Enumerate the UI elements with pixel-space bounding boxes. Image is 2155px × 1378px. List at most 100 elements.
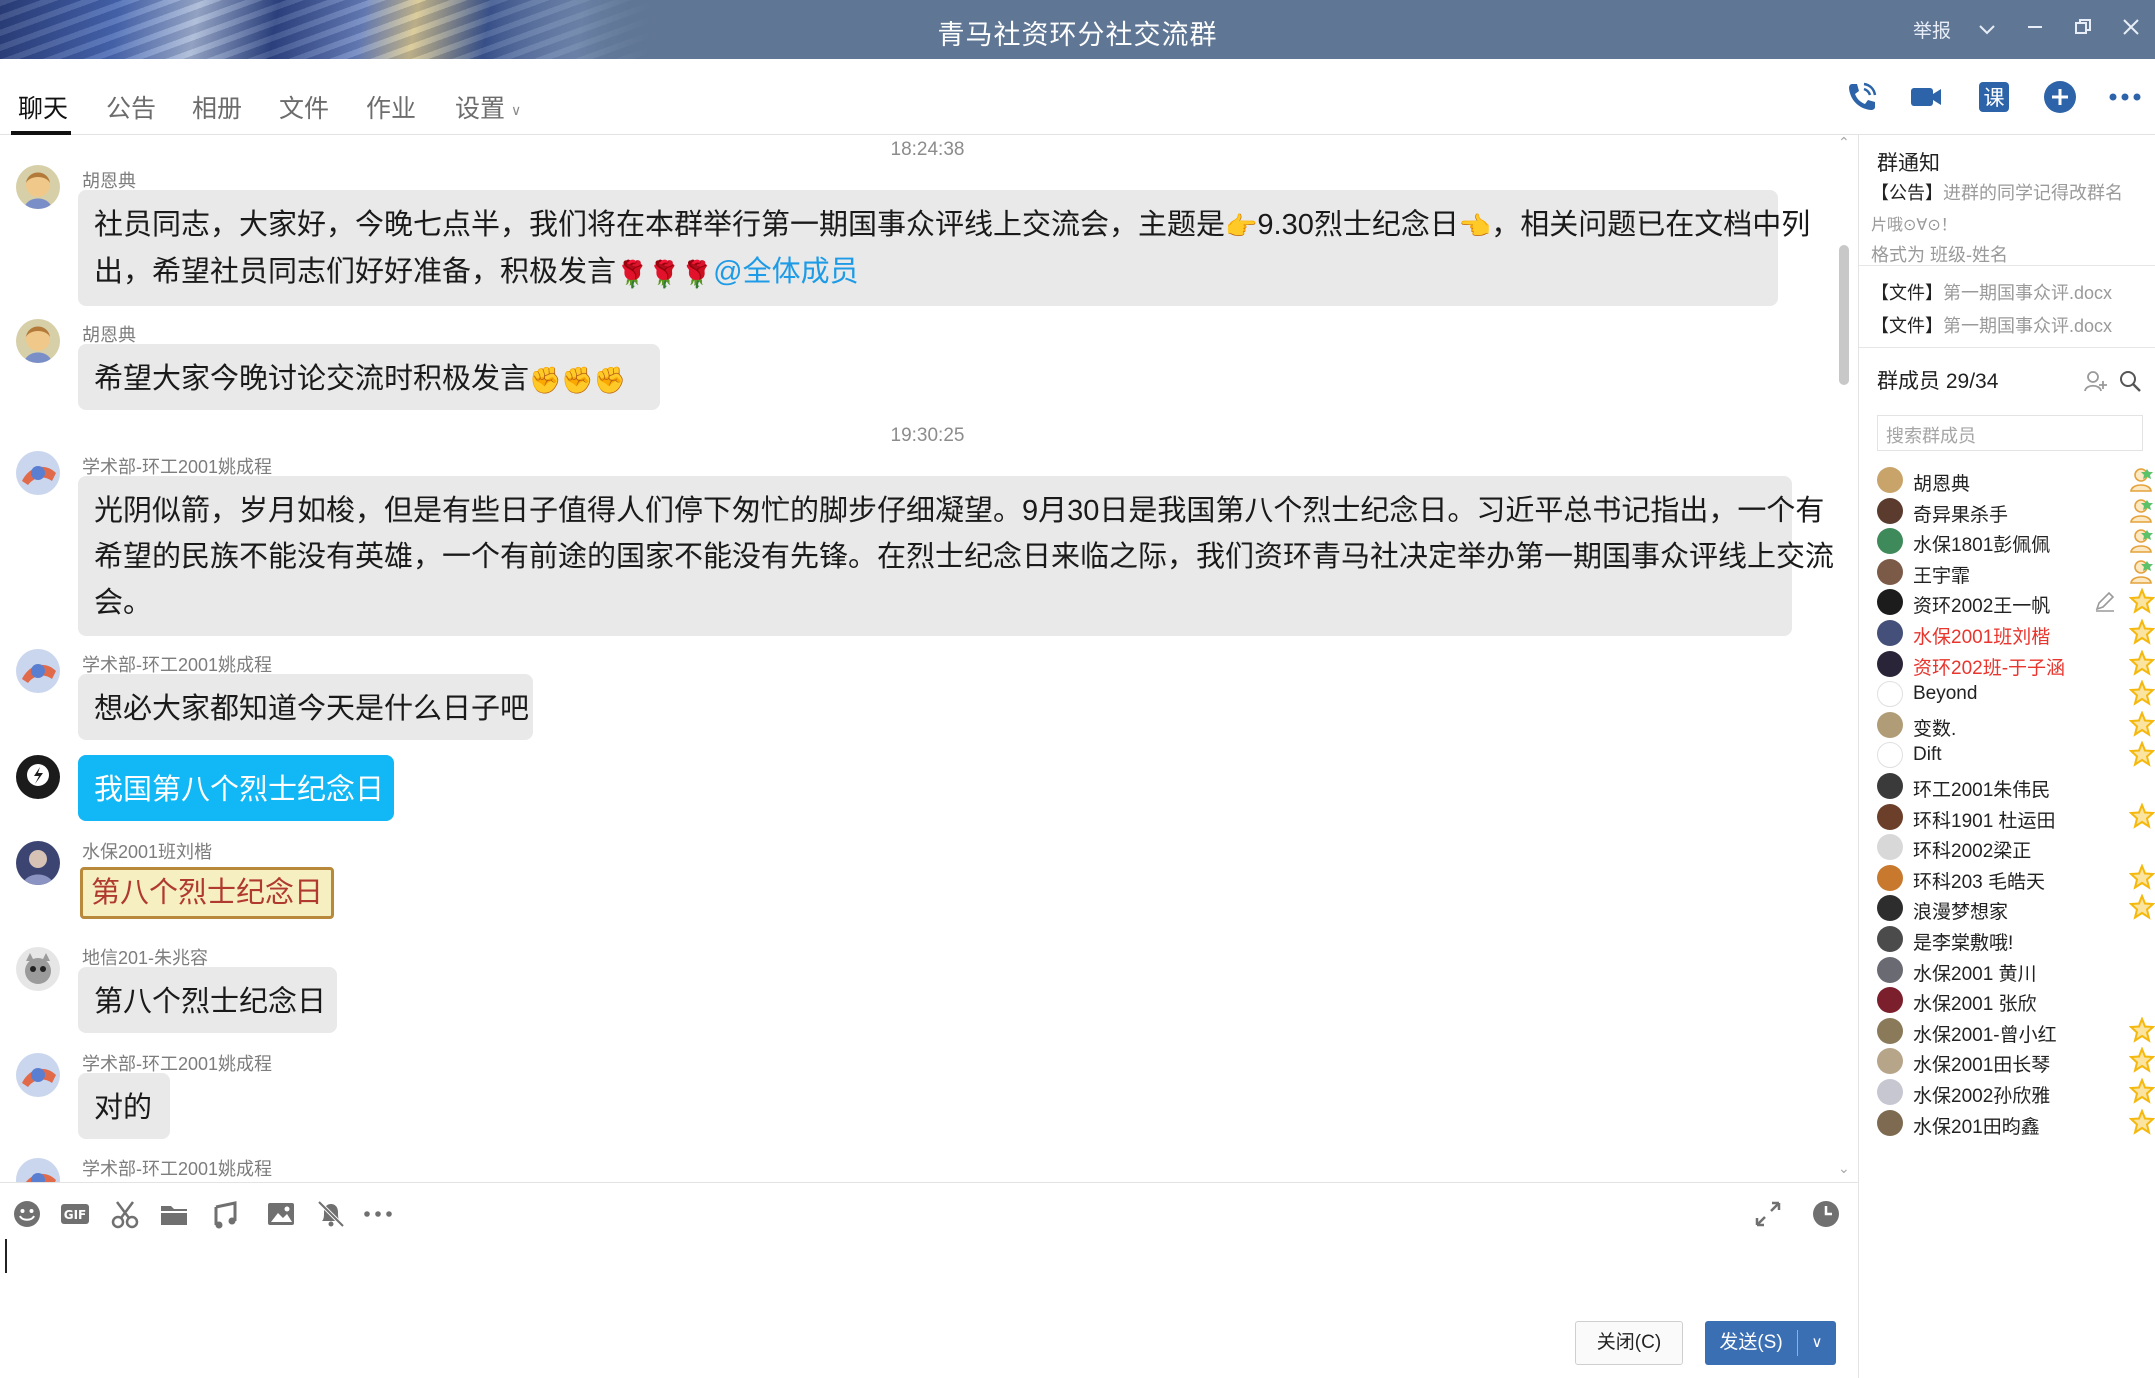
member-avatar[interactable] [1877,497,1903,524]
search-icon[interactable] [2118,369,2142,393]
expand-icon[interactable] [1753,1199,1783,1229]
restore-icon[interactable] [2059,18,2107,42]
chevron-down-icon[interactable] [1963,18,2011,42]
folder-icon[interactable] [159,1199,189,1229]
sticker-message[interactable]: 第八个烈士纪念日 [76,857,338,929]
chat-history[interactable]: 18:24:38 胡恩典 社员同志，大家好，今晚七点半，我们将在本群举行第一期国… [0,135,1858,1182]
avatar[interactable] [16,165,60,209]
member-avatar[interactable] [1877,926,1903,952]
mention-all-members[interactable]: @全体成员 [713,256,858,288]
add-app-icon[interactable] [2043,80,2077,114]
avatar[interactable] [16,947,60,991]
member-search-input[interactable]: 搜索群成员 [1877,415,2143,451]
member-avatar[interactable] [1877,864,1903,891]
minimize-icon[interactable] [2011,18,2059,42]
more-tools-icon[interactable] [363,1199,393,1229]
pointing-right-emoji: 👉 [1225,211,1258,242]
scroll-to-bottom-icon[interactable]: ⌄ [1838,1160,1850,1177]
member-avatar[interactable] [1877,681,1903,708]
member-avatar[interactable] [1877,895,1903,922]
member-avatar[interactable] [1877,1017,1903,1044]
message-bubble[interactable]: 社员同志，大家好，今晚七点半，我们将在本群举行第一期国事众评线上交流会，主题是👉… [78,190,1810,306]
member-avatar[interactable] [1877,589,1903,616]
send-button[interactable]: 发送(S) ∨ [1705,1321,1836,1365]
tab-homework[interactable]: 作业 [366,89,416,125]
mute-bell-icon[interactable] [316,1199,346,1229]
svg-text:GIF: GIF [64,1208,87,1222]
member-avatar[interactable] [1877,1079,1903,1105]
gif-icon[interactable]: GIF [60,1199,90,1229]
member-avatar[interactable] [1877,1109,1903,1136]
history-clock-icon[interactable] [1811,1199,1841,1229]
tab-files[interactable]: 文件 [279,89,329,125]
member-avatar[interactable] [1877,528,1903,555]
member-avatar[interactable] [1877,987,1903,1014]
sticker-text: 第八个烈士纪念日 [80,867,334,919]
member-avatar[interactable] [1877,1048,1903,1075]
member-avatar[interactable] [1877,650,1903,677]
file-notice-1[interactable]: 【文件】第一期国事众评.docx [1871,279,2112,305]
active-member-star-icon [2129,680,2155,706]
send-button-label: 发送(S) [1719,1332,1783,1353]
avatar[interactable] [16,841,60,885]
tab-chat[interactable]: 聊天 [18,89,68,125]
member-avatar[interactable] [1877,773,1903,799]
member-avatar[interactable] [1877,467,1903,493]
tab-announcement[interactable]: 公告 [106,89,156,125]
avatar[interactable] [16,1158,60,1182]
members-divider [1859,347,2155,348]
text-input-caret[interactable] [5,1239,7,1273]
member-name: Dift [1913,744,1942,766]
notice-text-continued: 片哦⊙∀⊙！ [1871,217,1957,234]
music-icon[interactable] [211,1199,241,1229]
edit-pencil-icon[interactable] [2093,589,2117,613]
class-icon[interactable]: 课 [1977,80,2011,114]
avatar[interactable] [16,319,60,363]
active-member-star-icon [2129,1016,2155,1043]
video-call-icon[interactable] [1909,80,1943,114]
message-bubble[interactable]: 想必大家都知道今天是什么日子吧 [78,674,533,740]
file-notice-2[interactable]: 【文件】第一期国事众评.docx [1871,312,2112,338]
announcement-notice[interactable]: 【公告】进群的同学记得改群名 [1871,179,2123,205]
members-title: 群成员 29/34 [1877,370,1999,393]
close-icon[interactable] [2107,18,2155,42]
message-bubble[interactable]: 对的 [78,1073,170,1139]
close-button[interactable]: 关闭(C) [1575,1321,1683,1365]
add-member-icon[interactable] [2083,369,2107,393]
avatar[interactable] [16,1053,60,1097]
message-bubble[interactable]: 光阴似箭，岁月如梭，但是有些日子值得人们停下匆忙的脚步仔细凝望。9月30日是我国… [78,476,1834,636]
member-avatar[interactable] [1877,620,1903,646]
window-controls: 举报 [1901,0,2155,59]
chat-scrollbar-thumb[interactable] [1839,245,1849,385]
send-options-chevron-icon[interactable]: ∨ [1798,1321,1836,1365]
message-topic: 9.30烈士纪念日 [1257,209,1459,241]
member-avatar[interactable] [1877,956,1903,983]
file-name: 第一期国事众评.docx [1943,316,2113,336]
active-member-star-icon [2129,710,2155,737]
member-avatar[interactable] [1877,711,1903,738]
tab-album[interactable]: 相册 [192,89,242,125]
screenshot-scissors-icon[interactable] [110,1199,140,1229]
message-bubble[interactable]: 第八个烈士纪念日 [78,967,337,1033]
report-button[interactable]: 举报 [1901,16,1963,43]
member-avatar[interactable] [1877,558,1903,585]
more-icon[interactable] [2108,80,2142,114]
image-icon[interactable] [266,1199,296,1229]
member-avatar[interactable] [1877,834,1903,861]
message-text: ，相关问题已在文档中列 [1491,209,1811,241]
active-member-star-icon [2129,649,2155,676]
scroll-to-top-icon[interactable]: ⌃ [1838,134,1850,151]
member-item[interactable]: 水保201田昀鑫 [1877,1104,2155,1146]
tab-settings[interactable]: 设置 ∨ [455,89,521,125]
avatar[interactable] [16,649,60,693]
emoji-icon[interactable] [12,1199,42,1229]
tab-bar: 聊天 公告 相册 文件 作业 设置 ∨ [0,59,2155,135]
window-title: 青马社资环分社交流群 [937,20,1218,50]
message-bubble[interactable]: 希望大家今晚讨论交流时积极发言✊✊✊ [78,344,660,410]
member-avatar[interactable] [1877,742,1903,769]
message-bubble[interactable]: 我国第八个烈士纪念日 [78,755,394,821]
phone-call-icon[interactable] [1845,80,1879,114]
member-avatar[interactable] [1877,803,1903,830]
avatar[interactable] [16,755,60,799]
avatar[interactable] [16,451,60,495]
